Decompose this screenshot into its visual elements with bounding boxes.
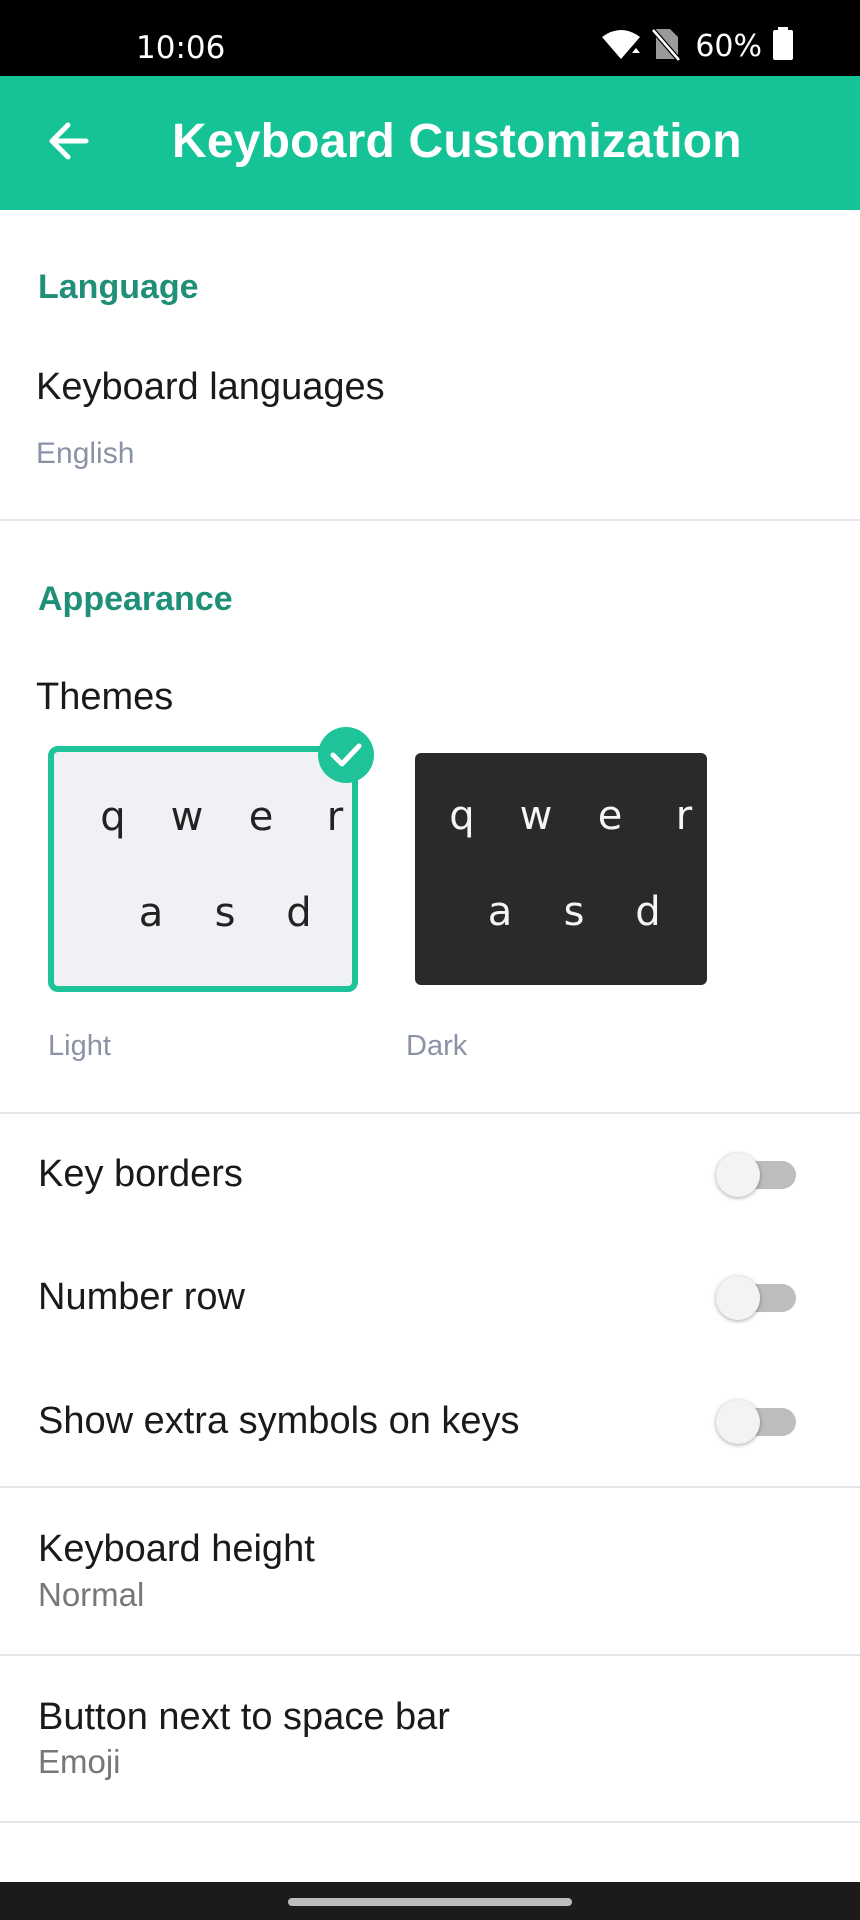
wifi-icon xyxy=(601,27,641,66)
keyboard-height-value: Normal xyxy=(38,1576,145,1613)
section-header-language: Language xyxy=(38,268,199,306)
key: s xyxy=(563,889,585,935)
key: e xyxy=(597,793,623,839)
key-borders-toggle[interactable] xyxy=(716,1149,798,1201)
page-title: Keyboard Customization xyxy=(172,115,742,168)
app-bar: Keyboard Customization xyxy=(0,76,860,210)
space-bar-button-title: Button next to space bar xyxy=(38,1696,450,1738)
key: q xyxy=(449,793,475,839)
toggle-thumb xyxy=(716,1276,760,1320)
battery-percent: 60% xyxy=(695,28,762,64)
key: d xyxy=(286,890,312,936)
number-row-label: Number row xyxy=(38,1276,245,1318)
status-bar: 10:06 60% xyxy=(0,0,860,76)
key: w xyxy=(170,794,204,840)
theme-dark-card[interactable]: q w e r a s d xyxy=(415,753,707,985)
keyboard-languages-value: English xyxy=(36,437,135,470)
keyboard-row-1: q w e r xyxy=(425,793,721,839)
key: d xyxy=(635,889,661,935)
divider xyxy=(0,1821,860,1823)
toggle-thumb xyxy=(716,1400,760,1444)
space-bar-button-item[interactable] xyxy=(0,1656,860,1822)
number-row-toggle[interactable] xyxy=(716,1272,798,1324)
selected-check-icon xyxy=(318,727,374,783)
toggle-thumb xyxy=(716,1153,760,1197)
key: a xyxy=(138,890,164,936)
home-gesture-handle[interactable] xyxy=(288,1898,572,1906)
theme-light-card[interactable]: q w e r a s d xyxy=(48,746,358,992)
key: r xyxy=(675,793,693,839)
arrow-left-icon xyxy=(46,121,90,166)
keyboard-height-title: Keyboard height xyxy=(38,1528,315,1570)
divider xyxy=(0,519,860,521)
keyboard-row-1: q w e r xyxy=(76,794,372,840)
theme-light-label: Light xyxy=(48,1030,111,1062)
section-header-appearance: Appearance xyxy=(38,580,233,618)
key: r xyxy=(326,794,344,840)
back-button[interactable] xyxy=(34,109,102,177)
keyboard-languages-title: Keyboard languages xyxy=(36,366,385,408)
key: s xyxy=(214,890,236,936)
theme-dark-label: Dark xyxy=(406,1030,468,1062)
key: a xyxy=(487,889,513,935)
extra-symbols-toggle[interactable] xyxy=(716,1396,798,1448)
extra-symbols-label: Show extra symbols on keys xyxy=(38,1400,520,1442)
keyboard-row-2: a s d xyxy=(114,890,336,936)
keyboard-row-2: a s d xyxy=(463,889,685,935)
key: w xyxy=(519,793,553,839)
key: q xyxy=(100,794,126,840)
space-bar-button-value: Emoji xyxy=(38,1743,121,1780)
navigation-bar xyxy=(0,1882,860,1920)
status-time: 10:06 xyxy=(136,30,226,66)
no-sim-icon xyxy=(651,27,682,66)
keyboard-height-item[interactable] xyxy=(0,1488,860,1654)
status-icons: 60% xyxy=(601,26,794,66)
key-borders-label: Key borders xyxy=(38,1153,243,1195)
battery-icon xyxy=(772,26,794,66)
themes-title: Themes xyxy=(36,676,174,718)
key: e xyxy=(248,794,274,840)
